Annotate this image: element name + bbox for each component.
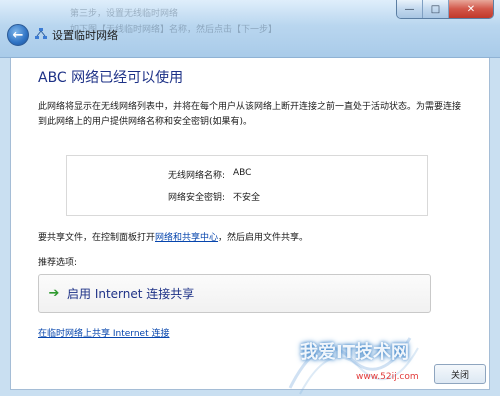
enable-ics-label: 启用 Internet 连接共享 <box>67 287 195 301</box>
network-sharing-center-link[interactable]: 网络和共享中心 <box>155 233 218 243</box>
page-heading: ABC 网络已经可以使用 <box>38 70 184 86</box>
back-button[interactable]: ← <box>7 24 29 46</box>
window-title: 设置临时网络 <box>52 29 118 42</box>
watermark-logo-text: 我爱IT技术网 <box>300 342 409 363</box>
security-key-value: 不安全 <box>233 193 261 203</box>
security-key-label: 网络安全密钥: <box>167 193 225 203</box>
network-name-label: 无线网络名称: <box>167 171 225 181</box>
ad-hoc-network-icon <box>35 28 47 39</box>
file-sharing-instructions: 要共享文件，在控制面板打开网络和共享中心，然后启用文件共享。 <box>38 230 308 243</box>
green-arrow-icon: ➔ <box>48 286 60 301</box>
share-suffix-text: ，然后启用文件共享。 <box>218 233 309 243</box>
close-window-button[interactable]: ✕ <box>449 0 493 18</box>
minimize-button[interactable]: — <box>397 0 423 18</box>
title-bar: 第三步，设置无线临时网络 如下图【无线临时网络】名称，然后点击【下一步】 — □… <box>0 0 500 58</box>
description-text: 此网络将显示在无线网络列表中，并将在每个用户从该网络上断开连接之前一直处于活动状… <box>38 102 462 127</box>
network-name-value: ABC <box>233 168 252 178</box>
security-key-row: 网络安全密钥: 不安全 <box>67 190 427 204</box>
window-controls: — □ ✕ <box>396 0 494 19</box>
ghost-line-1: 第三步，设置无线临时网络 <box>70 9 179 19</box>
network-info-box: 无线网络名称: ABC 网络安全密钥: 不安全 <box>66 155 428 216</box>
close-button[interactable]: 关闭 <box>434 364 486 384</box>
share-prefix-text: 要共享文件，在控制面板打开 <box>38 233 156 243</box>
enable-ics-command-button[interactable]: ➔ 启用 Internet 连接共享 <box>38 274 431 313</box>
maximize-button[interactable]: □ <box>423 0 449 18</box>
share-internet-link[interactable]: 在临时网络上共享 Internet 连接 <box>38 326 169 339</box>
recommended-options-label: 推荐选项: <box>38 258 78 268</box>
network-name-row: 无线网络名称: ABC <box>67 168 427 182</box>
back-arrow-icon: ← <box>12 27 24 43</box>
watermark-url: www.52ij.com <box>356 372 419 382</box>
